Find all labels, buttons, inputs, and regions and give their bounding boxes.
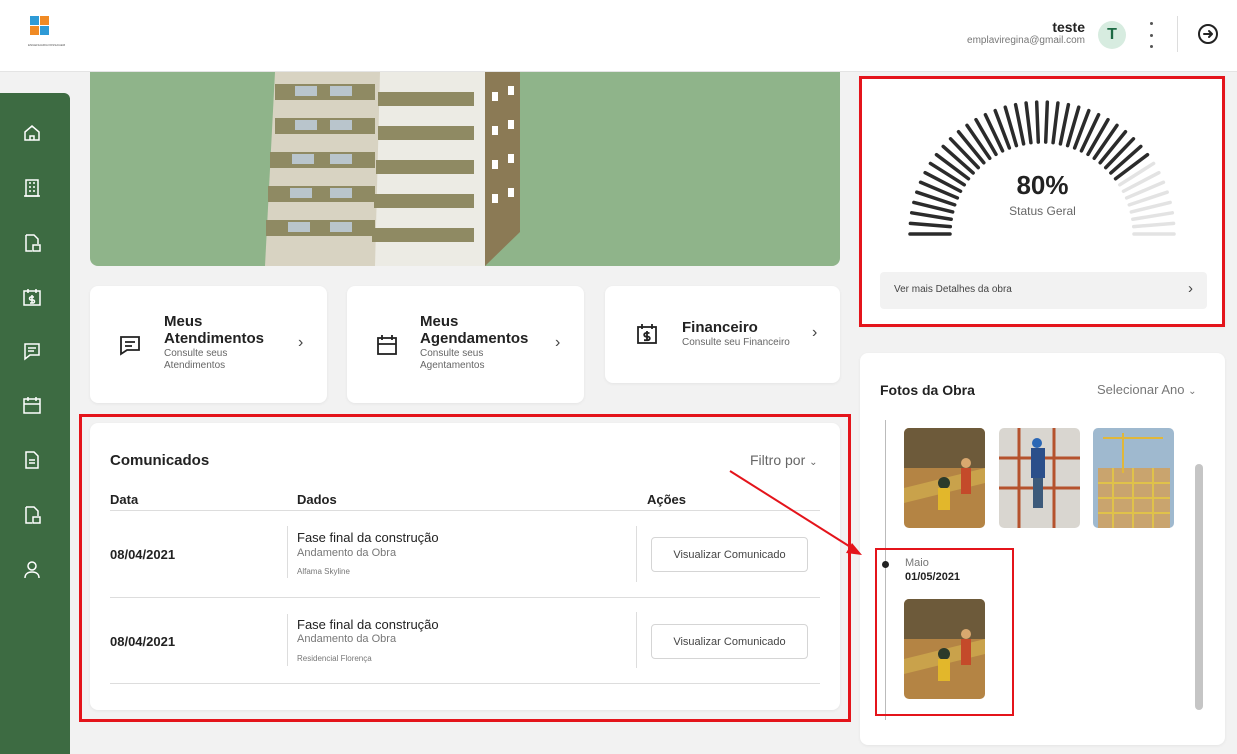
annotation-arrow [729,470,862,555]
